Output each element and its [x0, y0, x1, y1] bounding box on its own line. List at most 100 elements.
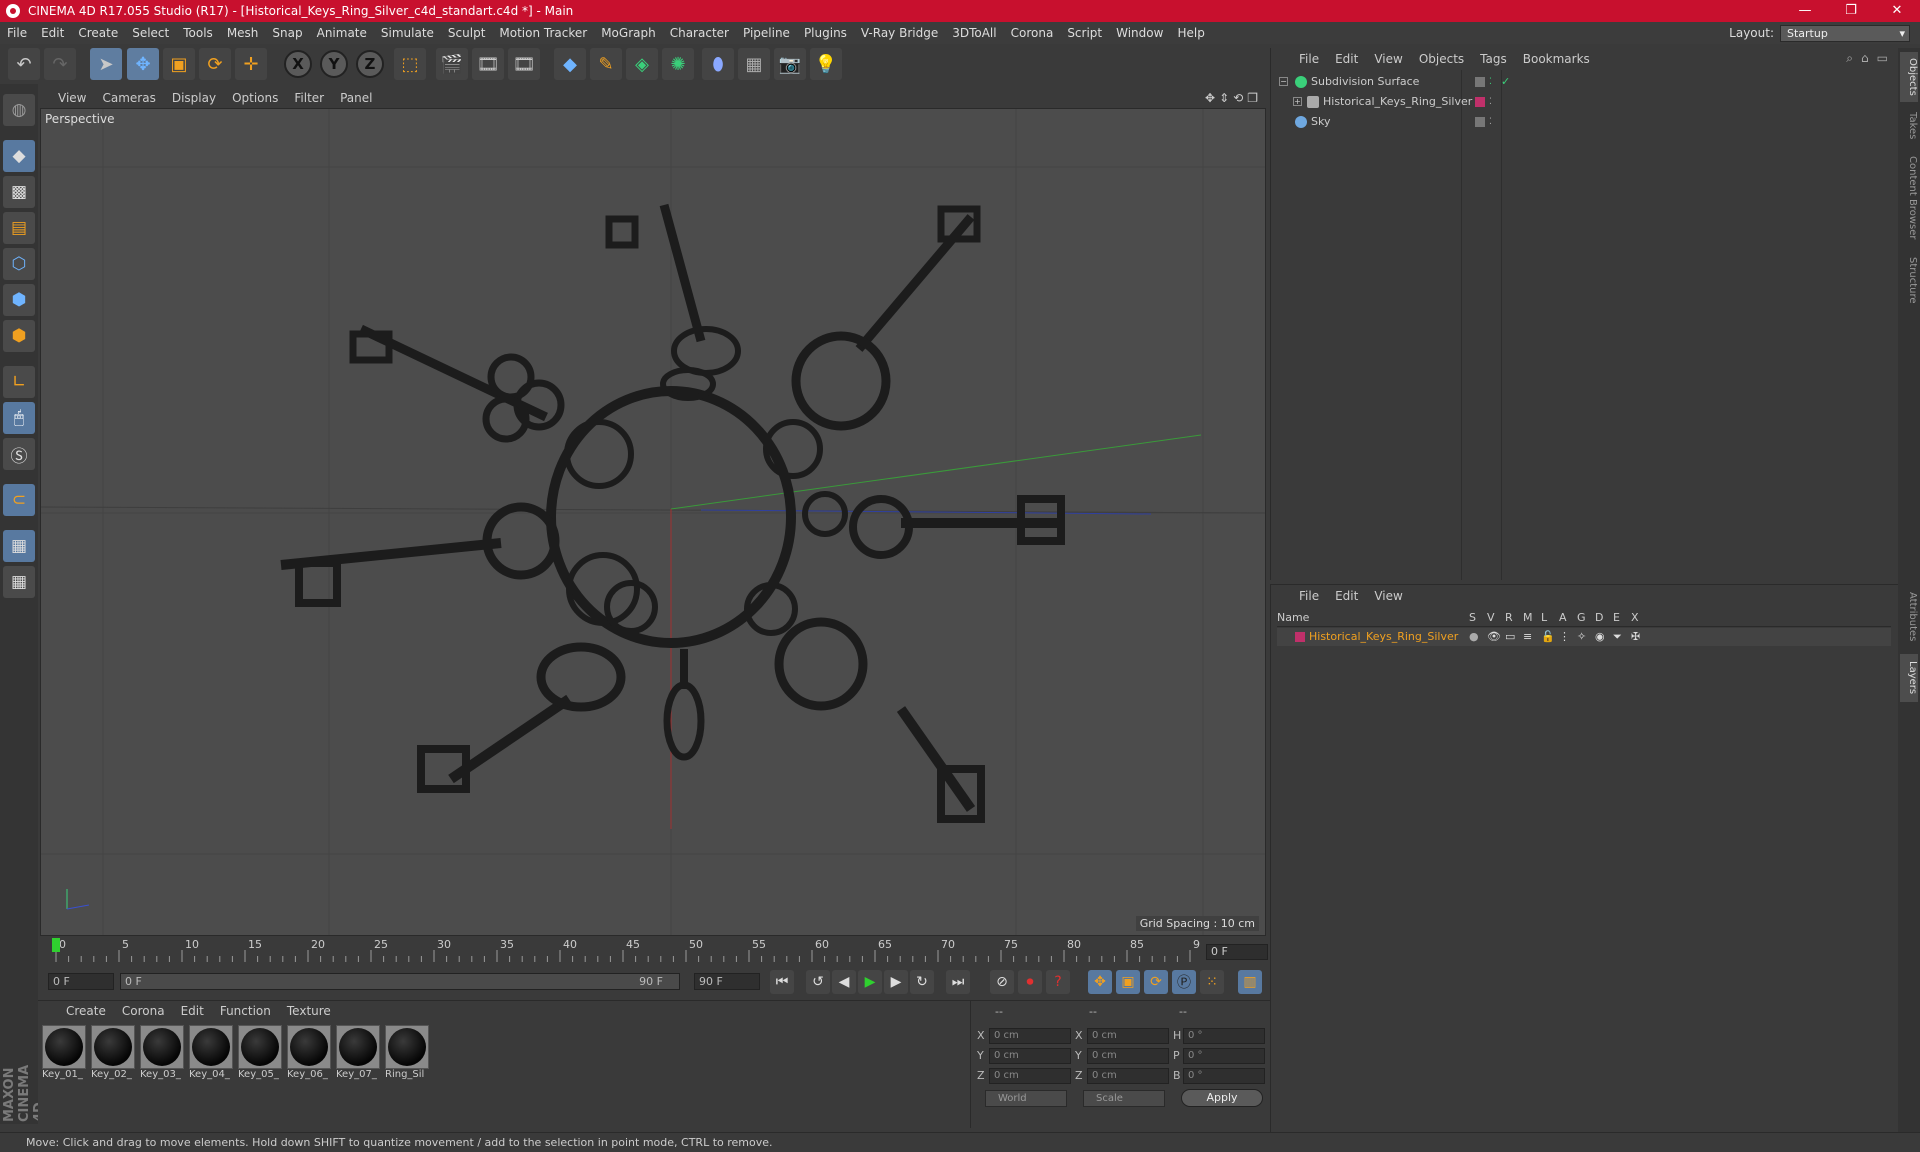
layer-expression-icon[interactable]: ⏷ — [1613, 628, 1622, 646]
vp-pan-icon[interactable]: ✥ — [1205, 88, 1215, 108]
tab-content-browser[interactable]: Content Browser — [1900, 148, 1918, 248]
perspective-viewport[interactable]: Perspective Grid Spacing : 10 cm — [40, 108, 1266, 936]
mat-menu-texture[interactable]: Texture — [279, 1004, 339, 1018]
undo-icon[interactable]: ↶ — [8, 48, 40, 80]
polygons-mode-icon[interactable]: ⬢ — [3, 320, 35, 352]
auto-keying-icon[interactable]: ⏺ — [1018, 970, 1042, 994]
transform-tool-icon[interactable]: ✛ — [235, 48, 267, 80]
move-tool-icon[interactable]: ✥ — [127, 48, 159, 80]
layer-solo-icon[interactable]: ● — [1469, 628, 1479, 646]
apply-button[interactable]: Apply — [1181, 1089, 1263, 1107]
preview-range-slider[interactable]: 0 F 90 F — [120, 973, 680, 990]
om-new-window-icon[interactable]: ▭ — [1877, 51, 1888, 66]
material-swatch[interactable]: Key_04_ — [189, 1025, 233, 1083]
workplane-mode-icon[interactable]: ▤ — [3, 212, 35, 244]
select-pointer-icon[interactable]: ➤ — [90, 48, 122, 80]
timeline[interactable]: 0 5 10 15 20 25 30 35 40 45 50 55 60 65 70 75 80 85 90 0 F — [38, 936, 1270, 964]
material-swatch[interactable]: Key_07_ — [336, 1025, 380, 1083]
collapse-icon[interactable]: − — [1279, 77, 1288, 86]
menu-animate[interactable]: Animate — [310, 22, 374, 44]
coords-rot-p-field[interactable]: 0 ° — [1183, 1048, 1265, 1064]
texture-mode-icon[interactable]: ▩ — [3, 176, 35, 208]
vp-menu-options[interactable]: Options — [224, 91, 286, 105]
menu-select[interactable]: Select — [125, 22, 176, 44]
col-xref[interactable]: X — [1631, 611, 1639, 624]
menu-tools[interactable]: Tools — [176, 22, 220, 44]
axis-mode-icon[interactable]: ∟ — [3, 366, 35, 398]
om-menu-edit[interactable]: Edit — [1327, 52, 1366, 66]
layer-tag-icon[interactable] — [1475, 117, 1485, 127]
coords-pos-y-field[interactable]: 0 cm — [989, 1048, 1071, 1064]
prev-key-icon[interactable]: ↺ — [806, 970, 830, 994]
points-mode-icon[interactable]: ⬡ — [3, 248, 35, 280]
menu-window[interactable]: Window — [1109, 22, 1170, 44]
record-keyframes-icon[interactable]: ⊘ — [990, 970, 1014, 994]
subdivision-surface-icon[interactable]: ◈ — [626, 48, 658, 80]
material-swatch[interactable]: Key_01_ — [42, 1025, 86, 1083]
render-picture-viewer-icon[interactable]: 🎞 — [472, 48, 504, 80]
render-view-icon[interactable]: 🎬 — [436, 48, 468, 80]
close-button[interactable]: ✕ — [1874, 0, 1920, 22]
coords-pos-x-field[interactable]: 0 cm — [989, 1028, 1071, 1044]
key-rotation-icon[interactable]: ⟳ — [1144, 970, 1168, 994]
layer-color-icon[interactable] — [1475, 97, 1485, 107]
vp-menu-view[interactable]: View — [50, 91, 94, 105]
layer-lock-icon[interactable]: 🔓 — [1541, 628, 1555, 646]
menu-file[interactable]: File — [0, 22, 34, 44]
layer-manager-icon[interactable]: ≡ — [1523, 628, 1532, 646]
play-icon[interactable]: ▶ — [858, 970, 882, 994]
layer-render-icon[interactable]: ▭ — [1505, 628, 1515, 646]
vp-menu-panel[interactable]: Panel — [332, 91, 380, 105]
coordinate-system-icon[interactable]: ⬚ — [394, 48, 426, 80]
prev-frame-icon[interactable]: ◀ — [832, 970, 856, 994]
snap-magnet-icon[interactable]: ⊂ — [3, 484, 35, 516]
col-generators[interactable]: G — [1577, 611, 1586, 624]
vp-menu-display[interactable]: Display — [164, 91, 224, 105]
layer-xref-icon[interactable]: ✠ — [1631, 628, 1640, 646]
key-parameter-icon[interactable]: Ⓟ — [1172, 970, 1196, 994]
coords-rot-h-field[interactable]: 0 ° — [1183, 1028, 1265, 1044]
end-frame-field[interactable]: 90 F — [694, 973, 760, 990]
om-menu-tags[interactable]: Tags — [1472, 52, 1515, 66]
tab-layers[interactable]: Layers — [1900, 654, 1918, 702]
layer-color-swatch[interactable] — [1295, 632, 1305, 642]
next-frame-icon[interactable]: ▶ — [884, 970, 908, 994]
layer-name[interactable]: Historical_Keys_Ring_Silver — [1309, 628, 1458, 646]
floor-scene-icon[interactable]: ▦ — [738, 48, 770, 80]
om-menu-file[interactable]: File — [1291, 52, 1327, 66]
light-icon[interactable]: 💡 — [810, 48, 842, 80]
menu-corona[interactable]: Corona — [1004, 22, 1061, 44]
mograph-cloner-icon[interactable]: ✺ — [662, 48, 694, 80]
y-axis-lock-button[interactable]: Y — [320, 50, 348, 78]
om-menu-view[interactable]: View — [1366, 52, 1410, 66]
menu-help[interactable]: Help — [1170, 22, 1211, 44]
layer-animation-icon[interactable]: ⋮ — [1559, 628, 1570, 646]
tab-structure[interactable]: Structure — [1900, 250, 1918, 310]
menu-snap[interactable]: Snap — [265, 22, 309, 44]
edges-mode-icon[interactable]: ⬢ — [3, 284, 35, 316]
vp-menu-cameras[interactable]: Cameras — [94, 91, 163, 105]
key-pla-icon[interactable]: ⁙ — [1200, 970, 1224, 994]
layout-dropdown[interactable]: Startup — [1780, 24, 1910, 42]
layer-tag-icon[interactable] — [1475, 77, 1485, 87]
go-to-end-icon[interactable]: ⏭ — [946, 970, 970, 994]
col-locked[interactable]: L — [1541, 611, 1547, 624]
render-settings-icon[interactable]: 🎞 — [508, 48, 540, 80]
col-animation[interactable]: A — [1559, 611, 1567, 624]
model-mode-icon[interactable]: ◆ — [3, 140, 35, 172]
coords-size-x-field[interactable]: 0 cm — [1087, 1028, 1169, 1044]
x-axis-lock-button[interactable]: X — [284, 50, 312, 78]
rotate-tool-icon[interactable]: ⟳ — [199, 48, 231, 80]
coords-size-z-field[interactable]: 0 cm — [1087, 1068, 1169, 1084]
redo-icon[interactable]: ↷ — [44, 48, 76, 80]
mat-menu-edit[interactable]: Edit — [173, 1004, 212, 1018]
menu-create[interactable]: Create — [71, 22, 125, 44]
lm-menu-edit[interactable]: Edit — [1327, 589, 1366, 603]
col-deformers[interactable]: D — [1595, 611, 1603, 624]
layer-generator-icon[interactable]: ✧ — [1577, 628, 1586, 646]
tweak-mode-icon[interactable]: 🖱 — [3, 402, 35, 434]
layer-view-icon[interactable]: 👁 — [1487, 628, 1501, 646]
menu-vray-bridge[interactable]: V-Ray Bridge — [854, 22, 945, 44]
vp-maximize-icon[interactable]: ❐ — [1247, 88, 1258, 108]
z-axis-lock-button[interactable]: Z — [356, 50, 384, 78]
